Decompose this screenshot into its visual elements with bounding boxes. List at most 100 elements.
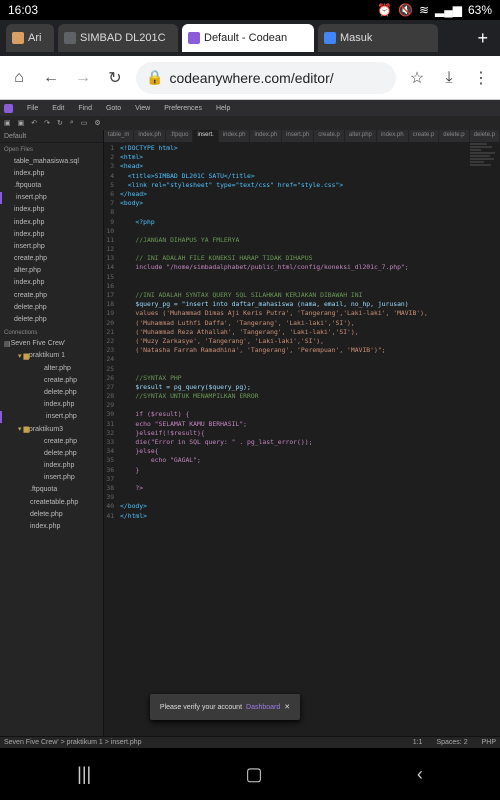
code-line: 14 include "/home/simbadalphabet/public_… [104,263,500,272]
open-files-list: table_mahasiswa.sql index.php .ftpquota ins… [0,155,103,326]
open-file-item[interactable]: index.php [0,277,103,289]
code-line: 13 // INI ADALAH FILE KONEKSI HARAP TIDA… [104,254,500,263]
file-label: index.php [14,230,45,238]
open-file-item[interactable]: delete.php [0,301,103,313]
code-editor[interactable]: table_m index.ph .ftpquo insert. index.ph ind… [104,130,500,736]
open-file-item[interactable]: index.php [0,216,103,228]
tree-label: delete.php [44,449,77,457]
line-text: </body> [120,502,147,511]
code-line: 12 [104,245,500,254]
editor-tab[interactable]: index.ph [219,130,251,142]
tree-file[interactable]: index.php [0,520,103,532]
download-icon[interactable]: ⤓ [438,69,460,87]
refresh-icon[interactable]: ↻ [57,119,63,127]
tree-folder[interactable]: ▾ ▆ praktikum 1 [0,350,103,362]
open-file-item[interactable]: table_mahasiswa.sql [0,155,103,167]
tree-file[interactable]: delete.php [0,386,103,398]
indent-setting[interactable]: Spaces: 2 [436,739,467,746]
editor-tab[interactable]: index.ph [250,130,283,142]
open-file-item[interactable]: delete.php [0,313,103,325]
line-number: 26 [106,373,115,382]
search-icon[interactable]: ⌕ [70,119,74,127]
menu-item[interactable]: File [27,105,38,112]
browser-tab[interactable]: SIMBAD DL201C [58,24,178,52]
terminal-icon[interactable]: ▭ [81,119,88,127]
editor-tab[interactable]: table_m [104,130,135,142]
editor-tab[interactable]: insert.ph [282,130,315,142]
tree-file[interactable]: index.php [0,460,103,472]
tree-label: alter.php [44,364,71,372]
line-text: <link rel="stylesheet" type="text/css" h… [120,180,344,189]
open-file-item[interactable]: insert.php [0,191,103,204]
editor-tab[interactable]: alter.php [345,130,377,142]
tree-file[interactable]: create.php [0,435,103,447]
line-number: 18 [106,300,115,309]
editor-tab[interactable]: insert. [193,130,219,142]
back-icon[interactable]: ← [40,69,62,87]
tree-folder[interactable]: ▤ Seven Five Crew' [0,338,103,350]
line-number: 8 [110,208,115,217]
close-icon[interactable]: ✕ [284,703,290,711]
redo-icon[interactable]: ↷ [44,119,50,127]
tree-file[interactable]: insert.php [0,472,103,484]
editor-tab[interactable]: .ftpquo [166,130,194,142]
minimap[interactable] [470,142,498,212]
open-file-item[interactable]: .ftpquota [0,179,103,191]
tree-file[interactable]: index.php [0,399,103,411]
browser-tab[interactable]: Ari [6,24,54,52]
tree-file[interactable]: .ftpquota [0,484,103,496]
menu-item[interactable]: Edit [52,105,64,112]
editor-tab[interactable]: delete.p [470,130,500,142]
editor-tab[interactable]: index.ph [134,130,167,142]
code-area[interactable]: 1 <!DOCTYPE html> 2 <html> 3 <head> 4 <title>S… [104,142,500,521]
open-file-item[interactable]: insert.php [0,240,103,252]
code-line: 7 <body> [104,199,500,208]
language-mode[interactable]: PHP [482,739,496,746]
menu-item[interactable]: View [135,105,150,112]
tree-file[interactable]: createtable.php [0,496,103,508]
tree-file[interactable]: delete.php [0,447,103,459]
url-field[interactable]: 🔒 codeanywhere.com/editor/ [136,61,396,94]
open-file-item[interactable]: alter.php [0,265,103,277]
tree-file[interactable]: create.php [0,374,103,386]
new-tab-button[interactable]: + [471,28,494,49]
menu-item[interactable]: Preferences [164,105,202,112]
favicon-icon [12,32,24,44]
open-file-item[interactable]: create.php [0,289,103,301]
editor-tab[interactable]: delete.p [439,130,470,142]
home-button-icon[interactable]: ▢ [246,764,263,785]
browser-tab[interactable]: Default - Codean [182,24,314,52]
open-files-label: Open Files [4,147,34,153]
undo-icon[interactable]: ↶ [31,119,37,127]
editor-tab[interactable]: index.ph [377,130,409,142]
tree-file[interactable]: alter.php [0,362,103,374]
menu-item[interactable]: Find [78,105,92,112]
tree-folder[interactable]: ▾ ▆ praktikum3 [0,423,103,435]
line-number: 23 [106,346,115,355]
save-all-icon[interactable]: ▣ [18,119,25,127]
open-file-item[interactable]: create.php [0,253,103,265]
open-file-item[interactable]: index.php [0,204,103,216]
lock-icon: 🔒 [146,69,164,85]
editor-tab[interactable]: create.p [409,130,440,142]
menu-item[interactable]: Goto [106,105,121,112]
open-file-item[interactable]: index.php [0,228,103,240]
editor-tab[interactable]: create.p [314,130,345,142]
recents-icon[interactable]: ||| [77,764,91,785]
dashboard-link[interactable]: Dashboard [246,704,280,711]
tree-file[interactable]: delete.php [0,508,103,520]
save-icon[interactable]: ▣ [4,119,11,127]
line-number: 1 [110,144,115,152]
browser-tab[interactable]: Masuk [318,24,438,52]
line-number: 14 [106,263,115,272]
more-menu-icon[interactable]: ⋮ [470,68,492,88]
settings-icon[interactable]: ⚙ [94,119,100,127]
bookmark-star-icon[interactable]: ☆ [406,68,428,88]
reload-icon[interactable]: ↻ [104,68,126,88]
tree-file[interactable]: insert.php [0,410,103,423]
menu-item[interactable]: Help [216,105,230,112]
back-button-icon[interactable]: ‹ [417,764,423,785]
open-file-item[interactable]: index.php [0,167,103,179]
home-icon[interactable]: ⌂ [8,69,30,87]
forward-icon[interactable]: → [72,69,94,87]
